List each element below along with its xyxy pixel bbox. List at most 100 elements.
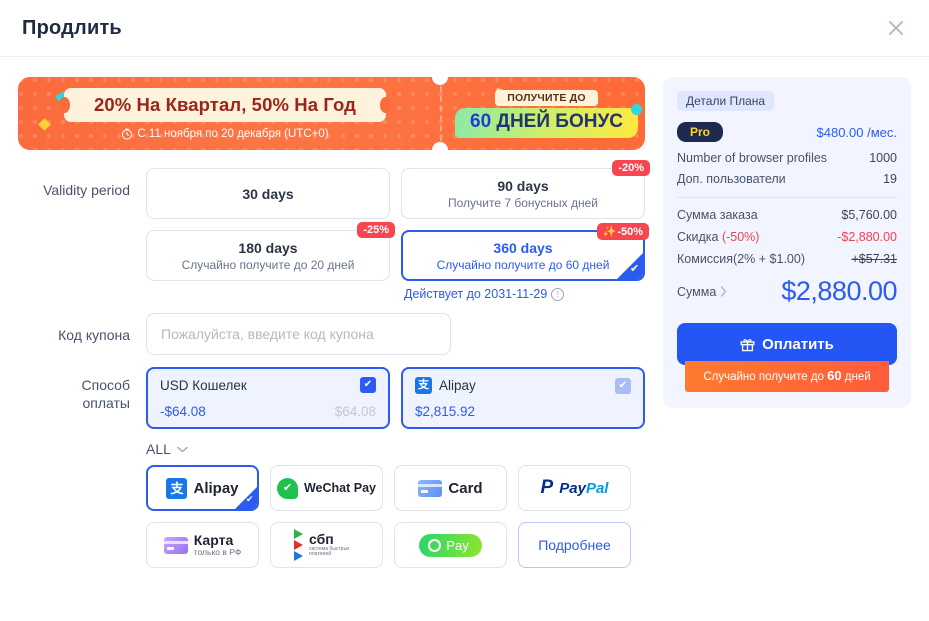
- payment-tile-paypal[interactable]: P PayPal: [518, 465, 631, 511]
- balance-checkbox[interactable]: ✔: [615, 377, 631, 394]
- pay-bonus-ribbon: Случайно получите до 60 дней: [685, 361, 889, 398]
- sbp-icon: [294, 529, 303, 561]
- summary-row-commission: Комиссия(2% + $1.00) +$57.31: [677, 252, 897, 266]
- summary-key: Комиссия(2% + $1.00): [677, 252, 805, 266]
- summary-value: +$57.31: [851, 252, 897, 266]
- validity-option-180days[interactable]: -25% 180 days Случайно получите до 20 дн…: [146, 222, 395, 281]
- validity-option-360days[interactable]: ✨ -50% 360 days Случайно получите до 60 д…: [401, 223, 649, 281]
- promo-date: С 11 ноября по 20 декабря (UTC+0): [121, 127, 329, 140]
- summary-key: Скидка (-50%): [677, 230, 759, 244]
- close-button[interactable]: [881, 13, 911, 43]
- chevron-down-icon: [177, 446, 188, 452]
- payment-label-line2: оплаты: [82, 394, 131, 411]
- promo-headline: 20% На Квартал, 50% На Год: [63, 87, 387, 122]
- coupon-input[interactable]: [146, 313, 451, 355]
- page-title: Продлить: [22, 16, 122, 39]
- promo-dot-decor: [630, 103, 642, 115]
- total-value: $2,880.00: [781, 276, 897, 306]
- promo-bonus-number: 60: [470, 110, 492, 132]
- pay-button[interactable]: Оплатить: [677, 323, 897, 365]
- balance-card-top: 支 Alipay ✔: [415, 377, 631, 394]
- sparkle-icon: ✨: [602, 226, 617, 238]
- payment-tile-card[interactable]: Card: [394, 465, 507, 511]
- summary-row-discount: Скидка (-50%) -$2,880.00: [677, 230, 897, 244]
- dialog-header: Продлить: [0, 0, 929, 57]
- sberpay-icon: Pay: [419, 533, 482, 557]
- validity-option-90days[interactable]: -20% 90 days Получите 7 бонусных дней: [401, 160, 650, 219]
- option-title: 360 days: [493, 239, 553, 256]
- plan-details-tag: Детали Плана: [677, 91, 775, 111]
- plan-badge: Pro: [677, 122, 724, 142]
- payment-method-row: Способ оплаты USD Кошелек ✔ -$64.08 $64.…: [18, 367, 645, 568]
- payment-tile-label: WeChat Pay: [303, 481, 376, 495]
- summary-row-order-total: Сумма заказа $5,760.00: [677, 208, 897, 222]
- payment-tile-label: Alipay: [193, 479, 239, 497]
- plan-row: Pro $480.00 /мес.: [677, 122, 897, 142]
- payment-tile-label: PayPal: [559, 479, 609, 497]
- payment-tile-wechat[interactable]: ✔ WeChat Pay: [270, 465, 383, 511]
- validity-option-30days[interactable]: 30 days: [146, 168, 390, 219]
- balance-card-top: USD Кошелек ✔: [160, 377, 376, 393]
- payment-fields: USD Кошелек ✔ -$64.08 $64.08 支 Alipay ✔ …: [146, 367, 645, 568]
- ribbon-pre: Случайно получите до: [703, 371, 828, 383]
- plan-spec-row: Доп. пользователи 19: [677, 172, 897, 186]
- validity-period-row: Validity period 30 days -20% 90 days Пол…: [18, 160, 650, 301]
- payment-tile-karta[interactable]: Карта только в РФ: [146, 522, 259, 568]
- balance-amount: -$64.08: [160, 404, 206, 419]
- payment-tile-label: Подробнее: [538, 537, 611, 553]
- promo-bonus-text: ДНЕЙ БОНУС: [491, 110, 623, 132]
- ribbon-number: 60: [827, 368, 842, 383]
- spec-value: 1000: [869, 151, 897, 165]
- payment-tile-sbp[interactable]: сбп система быстрых платежей: [270, 522, 383, 568]
- coupon-label: Код купона: [58, 327, 130, 343]
- plan-price: $480.00 /мес.: [816, 124, 898, 140]
- payment-method-tiles: 支 Alipay ✔ ✔ WeChat Pay Card P PayPal Ка…: [146, 465, 645, 568]
- payment-filter-dropdown[interactable]: ALL: [146, 441, 206, 457]
- payment-tile-alipay[interactable]: 支 Alipay ✔: [146, 465, 259, 511]
- promo-date-text: С 11 ноября по 20 декабря (UTC+0): [137, 127, 329, 140]
- balance-card-name: USD Кошелек: [160, 377, 247, 393]
- ticket-notch-bottom: [432, 142, 448, 150]
- wechat-icon: ✔: [276, 477, 298, 499]
- plan-details-panel: Детали Плана Pro $480.00 /мес. Number of…: [663, 77, 911, 408]
- spec-key: Number of browser profiles: [677, 151, 828, 165]
- balance-checkbox[interactable]: ✔: [360, 377, 376, 393]
- summary-key-percent: (-50%): [721, 230, 760, 244]
- timer-icon: [122, 128, 133, 140]
- payment-tile-text: сбп система быстрых платежей: [309, 532, 359, 557]
- valid-until-note: Действует до 2031-11-29 !: [404, 287, 645, 301]
- balance-card-name: 支 Alipay: [415, 377, 476, 394]
- balance-card-bottom: -$64.08 $64.08: [160, 404, 376, 419]
- credit-card-icon: [418, 479, 443, 497]
- ticket-notch-top: [432, 77, 448, 85]
- coupon-row: Код купона: [18, 313, 645, 355]
- validity-period-label: Validity period: [43, 182, 130, 198]
- balance-amount: $2,815.92: [415, 404, 476, 419]
- info-icon[interactable]: !: [551, 287, 565, 301]
- credit-card-icon: [163, 536, 188, 554]
- balance-card-alipay[interactable]: 支 Alipay ✔ $2,815.92: [401, 367, 645, 429]
- spec-value: 19: [883, 172, 897, 186]
- discount-badge: -20%: [612, 160, 650, 176]
- total-label-wrap[interactable]: Сумма: [677, 285, 727, 299]
- promo-tag: ПОЛУЧИТЕ ДО: [495, 89, 598, 106]
- payment-tile-label: сбп: [309, 531, 334, 548]
- promo-bonus: 60 ДНЕЙ БОНУС: [455, 103, 642, 138]
- pay-button-label: Оплатить: [762, 335, 834, 353]
- option-title: 180 days: [238, 239, 298, 256]
- payment-tile-more[interactable]: Подробнее: [518, 522, 631, 568]
- pay-button-wrap: Оплатить Случайно получите до 60 дней: [677, 323, 897, 398]
- payment-method-label: Способ оплаты: [18, 367, 146, 568]
- summary-value: $5,760.00: [841, 208, 897, 222]
- promo-right-section: ПОЛУЧИТЕ ДО 60 ДНЕЙ БОНУС: [448, 77, 645, 150]
- balance-card-usd-wallet[interactable]: USD Кошелек ✔ -$64.08 $64.08: [146, 367, 390, 429]
- close-icon: [889, 21, 903, 35]
- payment-tile-sberpay[interactable]: Pay: [394, 522, 507, 568]
- validity-options-wrap: 30 days -20% 90 days Получите 7 бонусных…: [146, 160, 650, 301]
- right-column: Детали Плана Pro $480.00 /мес. Number of…: [663, 77, 911, 578]
- discount-badge-text: -50%: [617, 225, 643, 238]
- discount-badge: ✨ -50%: [596, 223, 649, 240]
- dialog-body: 20% На Квартал, 50% На Год С 11 ноября п…: [0, 57, 929, 578]
- total-row: Сумма $2,880.00: [677, 276, 897, 307]
- balance-cards: USD Кошелек ✔ -$64.08 $64.08 支 Alipay ✔ …: [146, 367, 645, 429]
